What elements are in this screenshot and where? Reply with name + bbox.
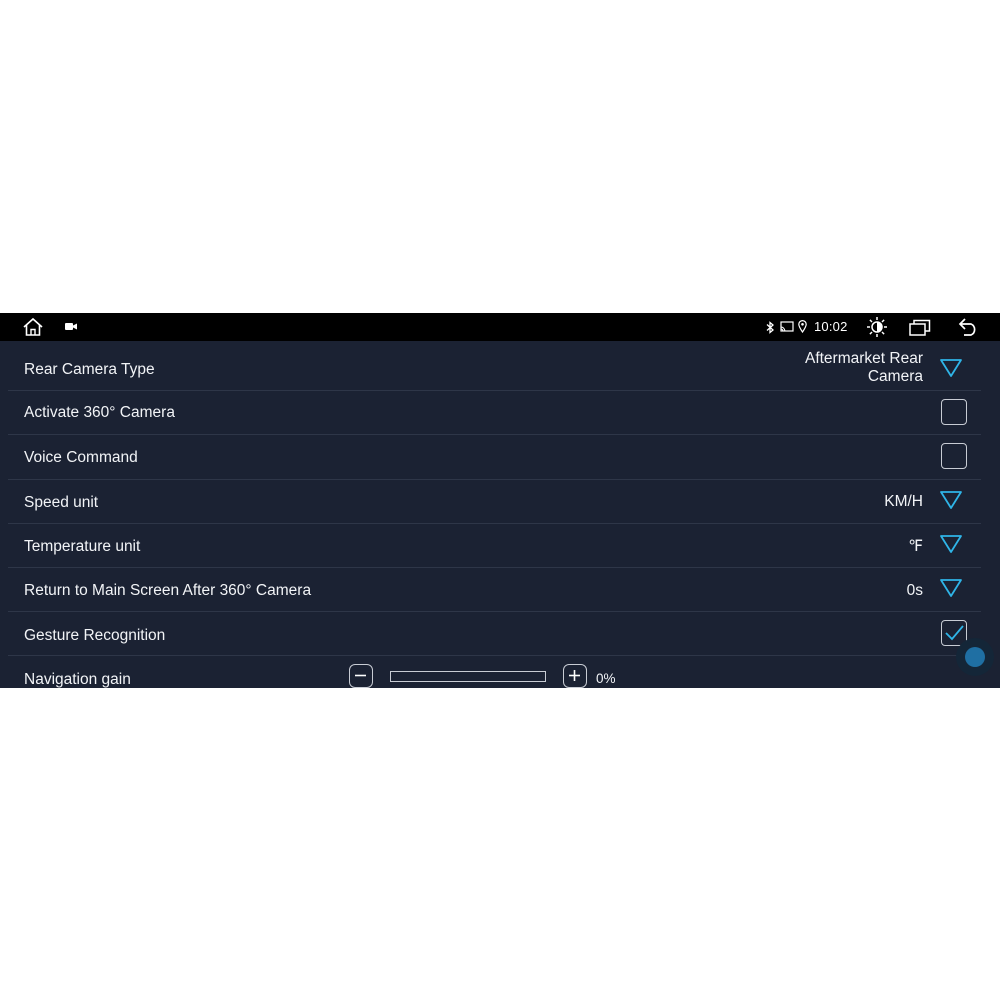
settings-screen: 10:02 Rear Camera Type Aftermarket Rear … [0,313,1000,688]
status-time: 10:02 [814,319,848,334]
speed-unit-label: Speed unit [24,494,99,511]
dropdown-arrow-icon[interactable] [939,358,963,378]
floating-button-dot [965,647,985,667]
plus-icon [569,670,580,681]
navigation-gain-label: Navigation gain [24,671,131,688]
gain-increase-button[interactable] [563,664,587,688]
setting-return-to-main-screen[interactable]: Return to Main Screen After 360° Camera … [8,568,981,612]
camera-icon [65,323,77,330]
voice-command-checkbox[interactable] [941,443,967,469]
minus-icon [355,674,366,677]
gesture-recognition-label: Gesture Recognition [24,627,166,644]
setting-activate-360-camera[interactable]: Activate 360° Camera [8,391,981,435]
activate-360-checkbox[interactable] [941,399,967,425]
location-icon [798,320,807,333]
floating-assistive-button[interactable] [956,638,994,676]
gain-value: 0% [596,671,616,686]
gain-slider[interactable] [390,671,546,682]
dropdown-arrow-icon[interactable] [939,490,963,510]
rear-camera-type-label: Rear Camera Type [24,361,155,378]
setting-rear-camera-type[interactable]: Rear Camera Type Aftermarket Rear Camera [8,341,981,391]
recent-apps-icon[interactable] [909,319,931,336]
temperature-unit-value: ℉ [908,538,923,555]
brightness-icon[interactable] [866,316,888,338]
dropdown-arrow-icon[interactable] [939,534,963,554]
cast-icon [780,321,794,332]
voice-command-label: Voice Command [24,449,138,466]
speed-unit-value: KM/H [884,493,923,510]
activate-360-label: Activate 360° Camera [24,404,175,421]
dropdown-arrow-icon[interactable] [939,578,963,598]
home-icon[interactable] [22,317,44,337]
setting-navigation-gain: Navigation gain 0% [8,656,981,688]
status-bar: 10:02 [0,313,1000,341]
setting-temperature-unit[interactable]: Temperature unit ℉ [8,524,981,568]
setting-speed-unit[interactable]: Speed unit KM/H [8,480,981,524]
setting-voice-command[interactable]: Voice Command [8,435,981,480]
rear-camera-type-value: Aftermarket Rear Camera [804,350,923,385]
bluetooth-icon [766,321,774,334]
return-main-label: Return to Main Screen After 360° Camera [24,582,312,599]
return-main-value: 0s [906,582,923,599]
temperature-unit-label: Temperature unit [24,538,141,555]
setting-gesture-recognition[interactable]: Gesture Recognition [8,612,981,656]
back-icon[interactable] [957,318,979,336]
gain-decrease-button[interactable] [349,664,373,688]
checkmark-icon [945,625,964,641]
